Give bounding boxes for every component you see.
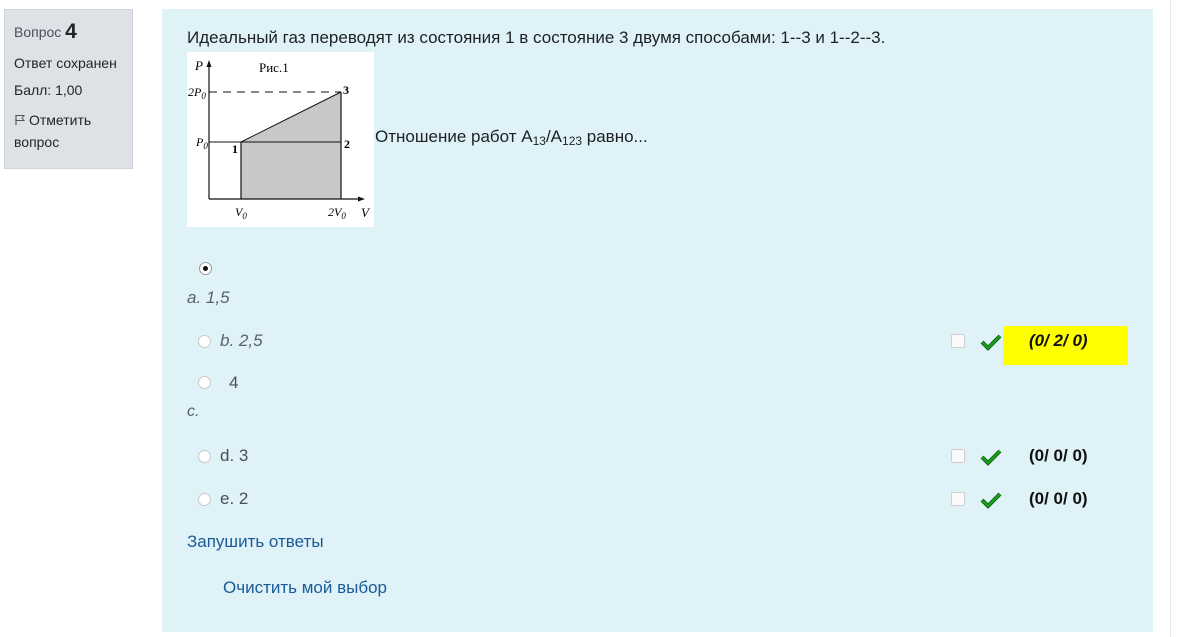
option-c-text[interactable]: 4 xyxy=(229,373,238,393)
page-scroll-divider xyxy=(1170,0,1171,637)
tick-2v0: 2V0 xyxy=(328,205,346,221)
tick-2p0-sub: 0 xyxy=(201,91,206,101)
option-b-text: 2,5 xyxy=(238,331,263,350)
tick-2p0-main: 2P xyxy=(188,85,202,99)
option-e-score: (0/ 0/ 0) xyxy=(1029,489,1088,508)
option-a-text: 1,5 xyxy=(205,288,230,307)
option-e-letter: e. xyxy=(220,489,235,508)
tick-p0: P0 xyxy=(195,135,208,151)
option-d-score: (0/ 0/ 0) xyxy=(1029,446,1088,465)
question-number: Вопрос 4 xyxy=(14,20,123,44)
option-b-label[interactable]: b. 2,5 xyxy=(220,331,263,351)
pv-diagram: Рис.1 P V 2P0 P0 V0 2V0 1 2 3 xyxy=(187,52,374,227)
ratio-sub-123: 123 xyxy=(562,134,583,148)
option-d-checkbox[interactable] xyxy=(951,449,965,463)
flag-icon xyxy=(15,115,26,125)
point-1-label: 1 xyxy=(232,142,238,156)
option-d-letter: d. xyxy=(220,446,235,465)
option-d-check-icon xyxy=(980,449,1002,466)
clear-choice-link[interactable]: Очистить мой выбор xyxy=(223,578,387,598)
ratio-question: Отношение работ А13/А123 равно... xyxy=(375,127,648,148)
axis-p-label: P xyxy=(194,58,203,73)
push-answers-link[interactable]: Запушить ответы xyxy=(187,532,324,552)
option-b-letter: b. xyxy=(220,331,235,350)
flag-question-link[interactable]: Отметить вопрос xyxy=(14,109,123,153)
ratio-mid: /А xyxy=(545,127,563,146)
ratio-sub-13: 13 xyxy=(532,134,546,148)
question-number-value: 4 xyxy=(65,20,77,43)
option-d-label[interactable]: d. 3 xyxy=(220,446,248,466)
option-e-check-icon xyxy=(980,492,1002,509)
tick-p0-sub: 0 xyxy=(203,141,208,151)
option-b-check-icon xyxy=(980,334,1002,351)
question-label: Вопрос xyxy=(14,24,62,40)
figure-title: Рис.1 xyxy=(259,60,289,75)
option-b-checkbox[interactable] xyxy=(951,334,965,348)
answer-status: Ответ сохранен xyxy=(14,55,117,71)
question-text: Идеальный газ переводят из состояния 1 в… xyxy=(187,28,886,47)
option-a-label[interactable]: a. 1,5 xyxy=(187,288,230,308)
option-d-text: 3 xyxy=(238,446,249,465)
option-d-radio[interactable] xyxy=(198,450,211,463)
ratio-prefix: Отношение работ А xyxy=(375,127,533,146)
option-e-checkbox[interactable] xyxy=(951,492,965,506)
question-info-box: Вопрос 4 Ответ сохранен Балл: 1,00 Отмет… xyxy=(4,9,133,169)
option-a-radio[interactable] xyxy=(199,262,212,275)
question-content: Идеальный газ переводят из состояния 1 в… xyxy=(162,9,1153,632)
tick-2p0: 2P0 xyxy=(188,85,206,101)
ratio-suffix: равно... xyxy=(582,127,648,146)
tick-v0-sub: 0 xyxy=(242,211,247,221)
tick-2v0-sub: 0 xyxy=(341,211,346,221)
tick-v0: V0 xyxy=(235,205,247,221)
point-3-label: 3 xyxy=(343,83,349,97)
grade: Балл: 1,00 xyxy=(14,82,83,98)
point-2-label: 2 xyxy=(344,137,350,151)
option-e-radio[interactable] xyxy=(198,493,211,506)
option-a-letter: a. xyxy=(187,288,202,307)
option-c-letter: c. xyxy=(187,403,200,420)
axis-v-label: V xyxy=(361,205,371,220)
option-c-radio[interactable] xyxy=(198,376,211,389)
option-e-label[interactable]: e. 2 xyxy=(220,489,248,509)
option-b-score: (0/ 2/ 0) xyxy=(1003,326,1128,365)
option-e-text: 2 xyxy=(238,489,249,508)
option-b-radio[interactable] xyxy=(198,335,211,348)
